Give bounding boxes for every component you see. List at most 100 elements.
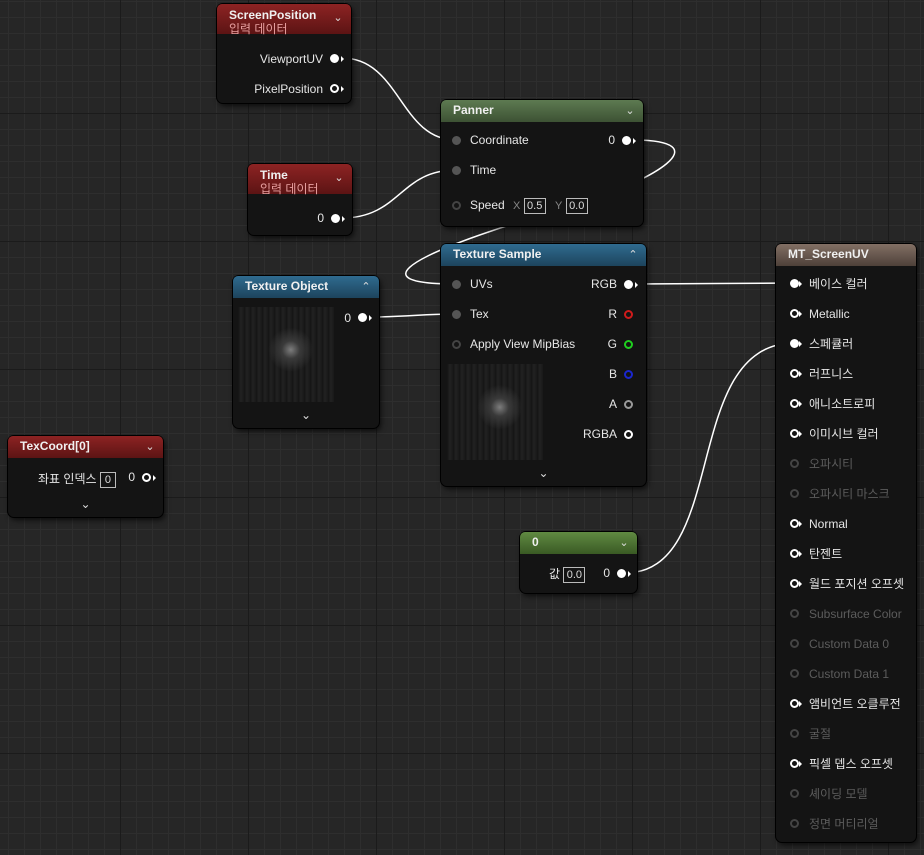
arrow-icon xyxy=(635,282,638,288)
wire-viewportuv-to-coordinate xyxy=(341,57,457,141)
input-label: Coordinate xyxy=(470,133,529,147)
input-pin[interactable] xyxy=(452,340,461,349)
output-pin-b[interactable] xyxy=(624,370,633,379)
material-result-node[interactable]: MT_ScreenUV 베이스 컬러 Metallic 스페큘러 러프니스 애니소트로피… xyxy=(776,244,916,842)
material-input-pin[interactable] xyxy=(790,279,799,288)
output-label: RGBA xyxy=(582,427,617,441)
speed-y-input[interactable]: 0.0 xyxy=(565,198,588,214)
node-title: Texture Sample xyxy=(453,247,542,261)
input-pin[interactable] xyxy=(452,310,461,319)
output-label: A xyxy=(608,397,617,411)
material-input-pin[interactable] xyxy=(790,309,799,318)
node-header[interactable]: MT_ScreenUV xyxy=(776,244,916,266)
value-input[interactable]: 0.0 xyxy=(563,567,586,583)
material-input-pin[interactable] xyxy=(790,789,799,798)
chevron-up-icon[interactable]: ⌃ xyxy=(628,250,638,261)
material-input-pin[interactable] xyxy=(790,669,799,678)
input-pin[interactable] xyxy=(452,280,461,289)
material-input-pin[interactable] xyxy=(790,609,799,618)
node-header[interactable]: ScreenPosition 입력 데이터 ⌄ xyxy=(217,4,351,36)
node-header[interactable]: 0 ⌄ xyxy=(520,532,637,554)
time-node[interactable]: Time 입력 데이터 ⌄ 0 xyxy=(248,164,352,235)
speed-x-input[interactable]: 0.5 xyxy=(523,198,546,214)
node-header[interactable]: Texture Object ⌃ xyxy=(233,276,379,298)
chevron-down-icon[interactable]: ⌄ xyxy=(333,13,343,24)
screenposition-node[interactable]: ScreenPosition 입력 데이터 ⌄ ViewportUV Pixel… xyxy=(217,4,351,103)
arrow-icon xyxy=(342,216,345,222)
output-pin-r[interactable] xyxy=(624,310,633,319)
chevron-down-icon[interactable]: ⌄ xyxy=(334,173,344,184)
node-title: TexCoord[0] xyxy=(20,439,90,453)
arrow-icon xyxy=(341,86,344,92)
arrow-icon xyxy=(369,315,372,321)
node-header[interactable]: Time 입력 데이터 ⌄ xyxy=(248,164,352,196)
material-input-label: 베이스 컬러 xyxy=(809,277,868,291)
material-input-pin[interactable] xyxy=(790,579,799,588)
chevron-down-icon[interactable]: ⌄ xyxy=(145,442,155,453)
material-input-pin[interactable] xyxy=(790,729,799,738)
expand-chevron-icon[interactable]: ⌄ xyxy=(8,497,163,511)
material-input-pin[interactable] xyxy=(790,699,799,708)
material-input-pin[interactable] xyxy=(790,429,799,438)
coord-index-input[interactable]: 0 xyxy=(99,472,116,488)
node-header[interactable]: Texture Sample ⌃ xyxy=(441,244,646,266)
output-pin[interactable] xyxy=(331,214,340,223)
wire-rgb-to-basecolor xyxy=(633,282,796,285)
material-input-label: 앰비언트 오클루전 xyxy=(809,697,901,711)
node-title: Panner xyxy=(453,103,494,117)
expand-chevron-icon[interactable]: ⌄ xyxy=(233,408,379,422)
panner-node[interactable]: Panner ⌄ Coordinate 0 Time Speed X 0.5 Y… xyxy=(441,100,643,226)
output-pin[interactable] xyxy=(330,84,339,93)
material-input-pin[interactable] xyxy=(790,399,799,408)
node-subtitle: 입력 데이터 xyxy=(229,22,288,36)
material-input-pin[interactable] xyxy=(790,819,799,828)
coord-index-label: 좌표 인덱스 xyxy=(38,472,97,486)
material-input-pin[interactable] xyxy=(790,519,799,528)
node-subtitle: 입력 데이터 xyxy=(260,182,319,196)
node-header[interactable]: TexCoord[0] ⌄ xyxy=(8,436,163,458)
chevron-down-icon[interactable]: ⌄ xyxy=(619,538,629,549)
wire-const-to-specular xyxy=(624,342,796,574)
material-input-label: 픽셀 뎁스 오프셋 xyxy=(809,757,893,771)
arrow-icon xyxy=(633,138,636,144)
material-input-label: Metallic xyxy=(809,307,850,321)
material-input-pin[interactable] xyxy=(790,459,799,468)
input-pin[interactable] xyxy=(452,166,461,175)
arrow-icon xyxy=(799,581,802,587)
arrow-icon xyxy=(799,341,802,347)
input-pin[interactable] xyxy=(452,136,461,145)
output-pin-rgb[interactable] xyxy=(624,280,633,289)
output-pin[interactable] xyxy=(617,569,626,578)
arrow-icon xyxy=(799,701,802,707)
output-label: B xyxy=(608,367,617,381)
output-pin[interactable] xyxy=(142,473,151,482)
output-pin-a[interactable] xyxy=(624,400,633,409)
output-pin-rgba[interactable] xyxy=(624,430,633,439)
chevron-down-icon[interactable]: ⌄ xyxy=(625,106,635,117)
expand-chevron-icon[interactable]: ⌄ xyxy=(441,466,646,480)
chevron-up-icon[interactable]: ⌃ xyxy=(361,282,371,293)
output-pin[interactable] xyxy=(622,136,631,145)
arrow-icon xyxy=(799,431,802,437)
material-input-label: Normal xyxy=(809,517,848,531)
material-input-pin[interactable] xyxy=(790,339,799,348)
material-input-label: 탄젠트 xyxy=(809,547,843,561)
texture-object-node[interactable]: Texture Object ⌃ 0 ⌄ xyxy=(233,276,379,428)
output-pin[interactable] xyxy=(330,54,339,63)
value-field: 값 0.0 xyxy=(549,566,586,583)
input-label: Speed xyxy=(470,198,505,212)
output-label: RGB xyxy=(590,277,617,291)
output-pin[interactable] xyxy=(358,313,367,322)
material-input-pin[interactable] xyxy=(790,489,799,498)
speed-x-label: X xyxy=(513,200,521,212)
material-input-pin[interactable] xyxy=(790,549,799,558)
constant-node[interactable]: 0 ⌄ 값 0.0 0 xyxy=(520,532,637,593)
texture-sample-node[interactable]: Texture Sample ⌃ UVs Tex Apply View MipB… xyxy=(441,244,646,486)
input-pin[interactable] xyxy=(452,201,461,210)
output-pin-g[interactable] xyxy=(624,340,633,349)
material-input-pin[interactable] xyxy=(790,639,799,648)
material-input-pin[interactable] xyxy=(790,759,799,768)
material-input-pin[interactable] xyxy=(790,369,799,378)
texcoord-node[interactable]: TexCoord[0] ⌄ 좌표 인덱스 0 0 ⌄ xyxy=(8,436,163,517)
node-header[interactable]: Panner ⌄ xyxy=(441,100,643,122)
